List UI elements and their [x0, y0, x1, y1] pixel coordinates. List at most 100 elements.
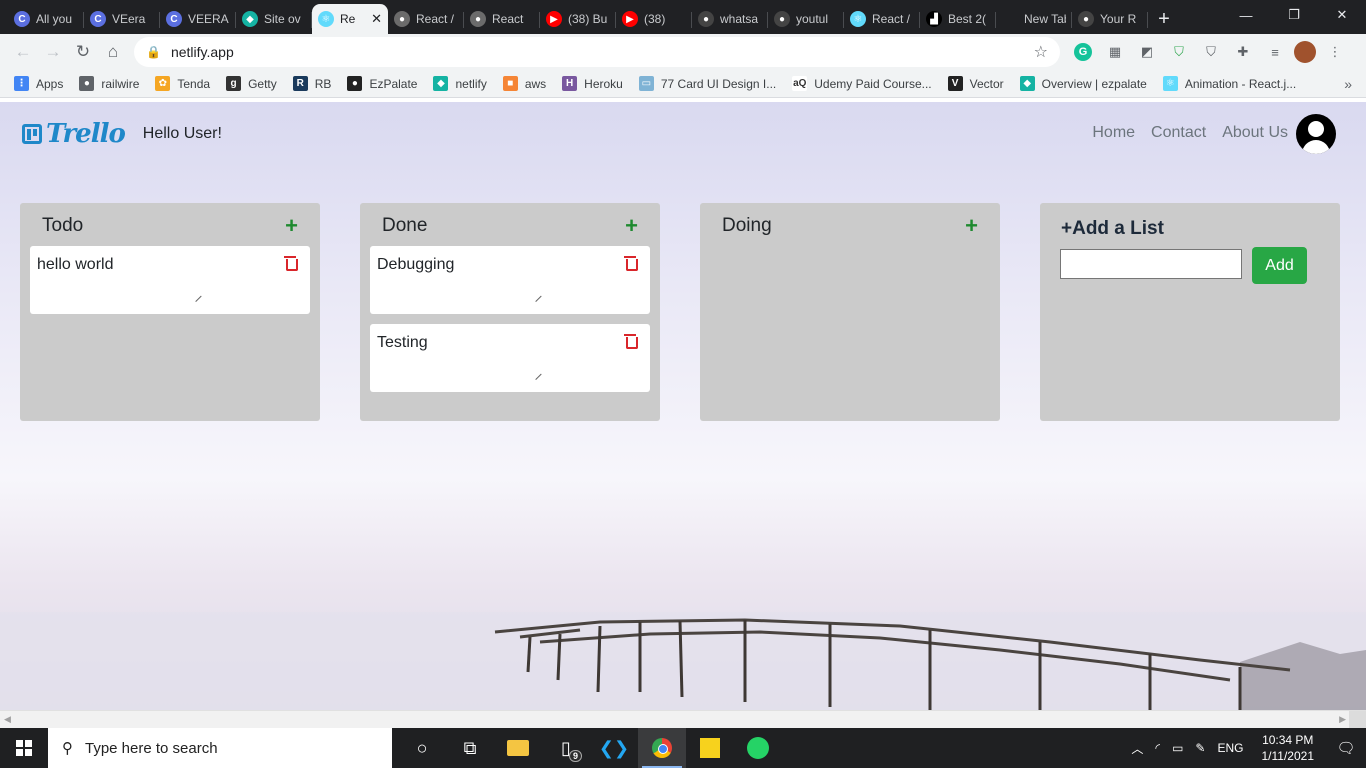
chrome-icon[interactable] [638, 728, 686, 768]
vscode-icon[interactable]: ❮❯ [590, 728, 638, 768]
new-list-name-input[interactable] [1060, 249, 1242, 279]
extension-icon[interactable]: ▦ [1102, 39, 1128, 65]
cortana-icon[interactable]: ○ [398, 728, 446, 768]
bookmark-item[interactable]: ● EzPalate [347, 76, 417, 91]
browser-tab[interactable]: ● whatsa [692, 4, 768, 34]
scroll-right-arrow-icon[interactable]: ▶ [1339, 714, 1346, 725]
browser-tab[interactable]: New Tab [996, 4, 1072, 34]
browser-tab[interactable]: ⚛ React / [844, 4, 920, 34]
tab-favicon-icon: ⚛ [318, 11, 334, 27]
browser-tab[interactable]: ● React [464, 4, 540, 34]
close-tab-icon[interactable]: ✕ [371, 11, 382, 27]
nav-link-contact[interactable]: Contact [1151, 124, 1206, 142]
sticky-notes-icon[interactable] [686, 728, 734, 768]
bookmark-item[interactable]: R RB [292, 76, 331, 91]
profile-avatar[interactable] [1294, 41, 1316, 63]
bookmark-item[interactable]: ✿ Tenda [155, 76, 210, 91]
scroll-left-arrow-icon[interactable]: ◀ [4, 714, 11, 725]
bookmark-favicon-icon: g [226, 76, 242, 91]
bookmark-star-icon[interactable]: ☆ [1034, 42, 1048, 62]
start-button[interactable] [0, 728, 48, 768]
add-card-icon[interactable]: + [285, 215, 298, 237]
address-bar[interactable]: 🔒 netlify.app ☆ [134, 37, 1060, 67]
add-card-icon[interactable]: + [625, 215, 638, 237]
textarea-resize-handle-icon[interactable] [530, 290, 542, 302]
bookmark-item[interactable]: ■ aws [502, 76, 546, 91]
browser-menu-icon[interactable]: ⋮ [1322, 39, 1348, 65]
taskbar-search-box[interactable]: ⚲ Type here to search [48, 728, 392, 768]
tab-title: React [492, 12, 524, 26]
bookmark-item[interactable]: V Vector [947, 76, 1004, 91]
browser-tab-active[interactable]: ⚛ Re ✕ [312, 4, 388, 34]
bookmark-item[interactable]: ▭ 77 Card UI Design I... [638, 76, 776, 91]
close-window-button[interactable]: ✕ [1318, 0, 1366, 30]
home-button[interactable]: ⌂ [98, 37, 128, 67]
browser-tab[interactable]: ● youtul [768, 4, 844, 34]
bookmark-item[interactable]: ⚛ Animation - React.j... [1162, 76, 1296, 91]
back-button[interactable]: ← [8, 37, 38, 67]
browser-tab[interactable]: ▟ Best 2( [920, 4, 996, 34]
task-view-icon[interactable]: ⧉ [446, 728, 494, 768]
add-list-button[interactable]: Add [1252, 247, 1307, 284]
bookmark-favicon-icon: R [292, 76, 308, 91]
bookmark-item[interactable]: ◆ netlify [433, 76, 487, 91]
browser-tab[interactable]: ▶ (38) [616, 4, 692, 34]
textarea-resize-handle-icon[interactable] [190, 290, 202, 302]
pen-icon[interactable]: ✎ [1195, 741, 1205, 755]
media-queue-icon[interactable]: ≡ [1262, 39, 1288, 65]
nav-link-about[interactable]: About Us [1222, 124, 1288, 142]
browser-tab[interactable]: ▶ (38) Bu [540, 4, 616, 34]
bookmark-item[interactable]: H Heroku [562, 76, 623, 91]
forward-button[interactable]: → [38, 37, 68, 67]
horizontal-scrollbar[interactable]: ◀ ▶ [0, 710, 1366, 729]
shield-outline-extension-icon[interactable]: ⛉ [1198, 39, 1224, 65]
bookmark-item[interactable]: ◆ Overview | ezpalate [1019, 76, 1147, 91]
browser-tab[interactable]: C VEERA [160, 4, 236, 34]
trash-icon[interactable] [624, 255, 638, 271]
clock[interactable]: 10:34 PM 1/11/2021 [1262, 732, 1315, 764]
user-avatar-icon[interactable] [1296, 114, 1336, 154]
nav-link-home[interactable]: Home [1092, 124, 1135, 142]
bookmarks-overflow-icon[interactable]: » [1344, 76, 1352, 92]
bookmark-item[interactable]: g Getty [226, 76, 277, 91]
bookmark-item[interactable]: aQ Udemy Paid Course... [792, 76, 932, 91]
phone-link-icon[interactable]: ▯ 9 [542, 728, 590, 768]
trello-logo[interactable]: Trello [22, 119, 126, 149]
reload-button[interactable]: ↻ [68, 37, 98, 67]
browser-tab[interactable]: ● Your R [1072, 4, 1148, 34]
bookmark-favicon-icon: ◆ [433, 76, 449, 91]
add-card-icon[interactable]: + [965, 215, 978, 237]
trash-icon[interactable] [624, 333, 638, 349]
card-textarea[interactable]: Testing [370, 324, 650, 392]
tab-title: (38) Bu [568, 12, 608, 26]
shield-extension-icon[interactable]: ⛉ [1166, 39, 1192, 65]
extension-icon[interactable]: ◩ [1134, 39, 1160, 65]
tab-title: whatsa [720, 12, 759, 26]
textarea-resize-handle-icon[interactable] [530, 368, 542, 380]
show-hidden-icons-icon[interactable]: ︿ [1131, 740, 1143, 757]
url-text[interactable]: netlify.app [171, 44, 1024, 60]
minimize-button[interactable]: — [1222, 0, 1270, 30]
browser-tab[interactable]: C All you [8, 4, 84, 34]
wifi-icon[interactable]: ◜ [1155, 741, 1160, 755]
whatsapp-icon[interactable] [734, 728, 782, 768]
browser-tab[interactable]: C VEera [84, 4, 160, 34]
action-center-icon[interactable]: 🗨 [1326, 728, 1366, 768]
list-title: Doing [722, 215, 772, 236]
card-textarea[interactable]: Debugging [370, 246, 650, 314]
file-explorer-icon[interactable] [494, 728, 542, 768]
new-tab-button[interactable]: + [1148, 4, 1180, 34]
browser-tab[interactable]: ● React / [388, 4, 464, 34]
trash-icon[interactable] [284, 255, 298, 271]
add-list-panel: +Add a List Add [1040, 203, 1340, 421]
bookmark-item[interactable]: ⋮ Apps [14, 76, 63, 91]
battery-icon[interactable]: ▭ [1172, 741, 1183, 755]
lock-icon[interactable]: 🔒 [146, 45, 161, 59]
restore-button[interactable]: ❐ [1270, 0, 1318, 30]
bookmark-item[interactable]: ● railwire [79, 76, 139, 91]
browser-tab[interactable]: ◆ Site ov [236, 4, 312, 34]
puzzle-extensions-icon[interactable]: ✚ [1230, 39, 1256, 65]
card-textarea[interactable]: hello world [30, 246, 310, 314]
language-indicator[interactable]: ENG [1217, 741, 1243, 755]
grammarly-extension-icon[interactable]: G [1074, 43, 1092, 61]
